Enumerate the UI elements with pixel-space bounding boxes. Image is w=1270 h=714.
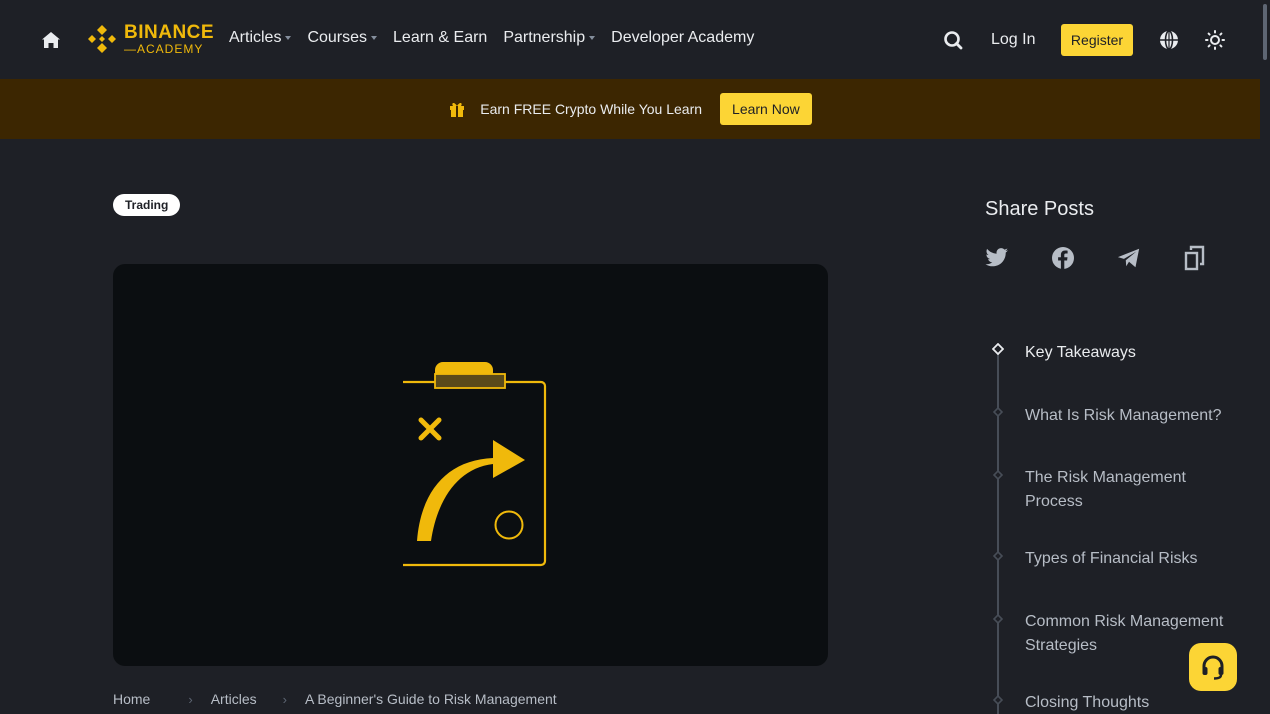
nav-partnership[interactable]: Partnership — [503, 29, 596, 47]
nav-label: Developer Academy — [611, 29, 755, 46]
nav-developer-academy[interactable]: Developer Academy — [611, 29, 754, 47]
gift-icon — [450, 102, 465, 117]
diamond-icon — [993, 407, 1003, 417]
breadcrumb-articles[interactable]: Articles — [211, 691, 257, 707]
toc-item-risk-management-process[interactable]: The Risk Management Process — [1025, 466, 1205, 514]
top-nav-bar: BINANCE —ACADEMY Articles Courses Learn … — [0, 0, 1260, 79]
toc-item-key-takeaways[interactable]: Key Takeaways — [1025, 341, 1235, 365]
home-icon[interactable] — [40, 29, 62, 51]
scrollbar-track[interactable] — [1260, 0, 1270, 714]
nav-learn-earn[interactable]: Learn & Earn — [393, 29, 487, 47]
toc-item-types-of-financial-risks[interactable]: Types of Financial Risks — [1025, 547, 1235, 571]
learn-now-button[interactable]: Learn Now — [720, 93, 812, 125]
article-hero-image — [113, 264, 828, 666]
binance-academy-logo[interactable]: BINANCE —ACADEMY — [86, 23, 214, 55]
search-icon[interactable] — [942, 29, 964, 51]
breadcrumb: Home › Articles › A Beginner's Guide to … — [113, 691, 557, 707]
page: BINANCE —ACADEMY Articles Courses Learn … — [0, 0, 1270, 714]
register-button[interactable]: Register — [1061, 24, 1133, 56]
login-link[interactable]: Log In — [991, 31, 1035, 49]
support-chat-button[interactable] — [1189, 643, 1237, 691]
caret-down-icon — [589, 36, 596, 40]
nav-label: Partnership — [503, 29, 586, 46]
main-nav: Articles Courses Learn & Earn Partnershi… — [229, 29, 770, 47]
diamond-icon — [993, 695, 1003, 705]
category-tag[interactable]: Trading — [113, 194, 181, 216]
diamond-icon — [993, 470, 1003, 480]
banner-text: Earn FREE Crypto While You Learn — [480, 101, 703, 117]
nav-label: Courses — [307, 29, 368, 46]
toc-item-what-is-risk-management[interactable]: What Is Risk Management? — [1025, 404, 1235, 428]
scrollbar-thumb[interactable] — [1263, 4, 1267, 60]
clipboard-strategy-icon — [403, 362, 547, 567]
chevron-right-icon: › — [188, 691, 193, 707]
theme-toggle-icon[interactable] — [1204, 29, 1226, 51]
logo-wordmark: BINANCE — [124, 22, 215, 43]
binance-logo-icon — [88, 25, 116, 53]
breadcrumb-home[interactable]: Home — [113, 691, 150, 707]
logo-subtitle: —ACADEMY — [124, 42, 204, 56]
twitter-icon[interactable] — [985, 244, 1009, 272]
facebook-icon[interactable] — [1051, 244, 1075, 272]
nav-articles[interactable]: Articles — [229, 29, 292, 47]
nav-label: Learn & Earn — [393, 29, 488, 46]
nav-label: Articles — [229, 29, 282, 46]
diamond-icon — [993, 614, 1003, 624]
nav-courses[interactable]: Courses — [307, 29, 378, 47]
share-buttons — [985, 244, 1207, 272]
diamond-active-icon — [992, 343, 1004, 355]
telegram-icon[interactable] — [1117, 244, 1141, 272]
headset-icon — [1202, 655, 1224, 680]
globe-icon[interactable] — [1158, 29, 1180, 51]
promo-banner: Earn FREE Crypto While You Learn Learn N… — [0, 79, 1260, 139]
caret-down-icon — [371, 36, 378, 40]
chevron-right-icon: › — [282, 691, 287, 707]
breadcrumb-current: A Beginner's Guide to Risk Management — [304, 691, 557, 707]
toc-item-closing-thoughts[interactable]: Closing Thoughts — [1025, 691, 1235, 714]
copy-link-icon[interactable] — [1183, 244, 1207, 272]
diamond-icon — [993, 551, 1003, 561]
caret-down-icon — [285, 36, 292, 40]
share-posts-title: Share Posts — [985, 198, 1094, 220]
